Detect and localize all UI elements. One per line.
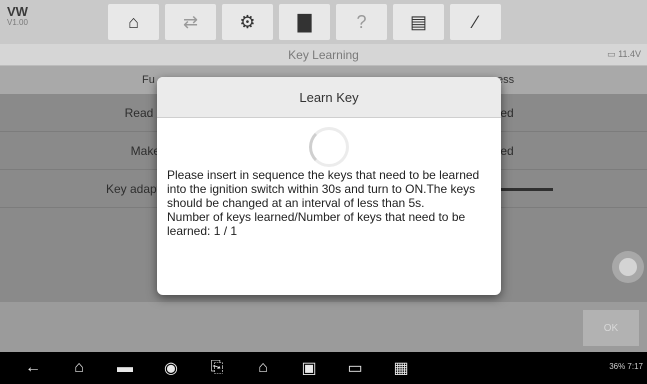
save-icon: ▤ xyxy=(409,11,427,32)
pen-edit-button[interactable]: ∕ xyxy=(450,4,501,40)
top-toolbar: VW V1.00 ⌂ ⇄ ⚙ ▇? ▤ ∕ xyxy=(0,0,647,44)
recent-apps-icon[interactable]: ▬ xyxy=(102,352,148,384)
help-icon: ? xyxy=(356,11,367,32)
row-function: Read I xyxy=(124,106,160,120)
nav-icons: ← ⌂ ▬ ◉ ⎘ ⌂ ▣ ▭ ▦ xyxy=(10,352,424,384)
vehicle-brand: VW V1.00 xyxy=(7,5,28,27)
battery-voltage-value: 11.4V xyxy=(618,49,641,59)
home-button[interactable]: ⌂ xyxy=(108,4,159,40)
print-button[interactable]: ▇ xyxy=(279,4,330,40)
help-button[interactable]: ? xyxy=(336,4,387,40)
battery-voltage: ▭ 11.4V xyxy=(607,49,641,60)
row-function: Key adapt xyxy=(105,182,160,196)
system-navigation-bar: ← ⌂ ▬ ◉ ⎘ ⌂ ▣ ▭ ▦ 36% 7:17 xyxy=(0,352,647,384)
vehicle-swap-button[interactable]: ⇄ xyxy=(165,4,216,40)
system-status: 36% 7:17 xyxy=(609,362,643,371)
battery-icon: ▭ xyxy=(607,49,616,59)
dialog-body: Please insert in sequence the keys that … xyxy=(167,168,497,238)
shop-icon[interactable]: ▦ xyxy=(378,352,424,384)
car-icon[interactable]: ▭ xyxy=(332,352,378,384)
learn-key-dialog: Learn Key Please insert in sequence the … xyxy=(157,77,501,295)
software-version: V1.00 xyxy=(7,18,28,27)
dialog-title: Learn Key xyxy=(157,77,501,118)
row-function: Make xyxy=(130,144,160,158)
browser-icon[interactable]: ◉ xyxy=(148,352,194,384)
dialog-instructions: Please insert in sequence the keys that … xyxy=(167,168,480,210)
scroll-knob[interactable] xyxy=(612,251,644,283)
column-function: Fu xyxy=(142,74,155,86)
vehicle-make: VW xyxy=(7,4,28,19)
ok-button[interactable]: OK xyxy=(583,310,639,346)
function-toolbar: ⌂ ⇄ ⚙ ▇? ▤ ∕ xyxy=(108,4,501,40)
print-icon: ▇ xyxy=(297,11,312,32)
settings-gear-icon: ⚙ xyxy=(239,11,256,32)
home-icon[interactable]: ⌂ xyxy=(56,352,102,384)
screen-title: Key Learning xyxy=(288,48,359,62)
key-adapt-progress-bar xyxy=(497,188,553,191)
autel-home-icon[interactable]: ⌂ xyxy=(240,352,286,384)
vehicle-swap-icon: ⇄ xyxy=(182,11,199,32)
settings-gear-button[interactable]: ⚙ xyxy=(222,4,273,40)
dialog-key-count: Number of keys learned/Number of keys th… xyxy=(167,210,466,238)
scroll-knob-center xyxy=(619,258,637,276)
pen-edit-icon: ∕ xyxy=(473,11,477,32)
home-icon: ⌂ xyxy=(128,11,139,32)
remote-icon[interactable]: ⎘ xyxy=(194,352,240,384)
vci-icon[interactable]: ▣ xyxy=(286,352,332,384)
action-footer: OK xyxy=(0,302,647,352)
back-icon[interactable]: ← xyxy=(10,352,56,384)
loading-spinner-icon xyxy=(309,127,349,167)
screen-title-bar: Key Learning ▭ 11.4V xyxy=(0,44,647,66)
save-button[interactable]: ▤ xyxy=(393,4,444,40)
